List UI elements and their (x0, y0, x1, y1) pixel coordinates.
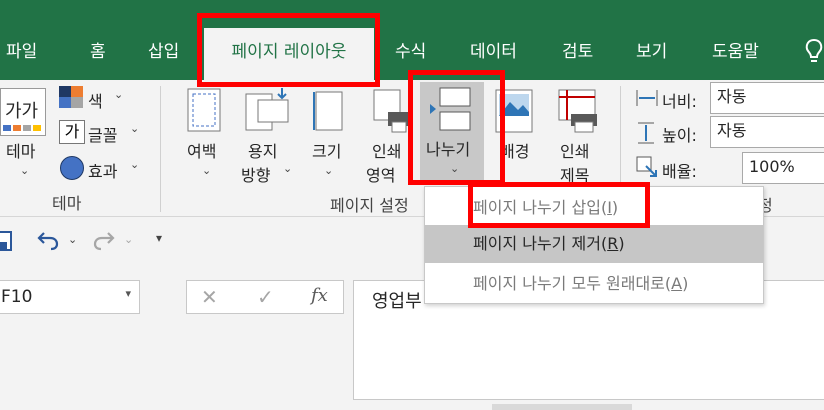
breaks-button[interactable]: 나누기 ⌄ (420, 82, 484, 180)
orientation-label-2[interactable]: 방향 (241, 162, 270, 186)
effects-label[interactable]: 효과 (88, 158, 117, 182)
scale-label: 배율: (662, 162, 697, 181)
theme-preview-text: 가가 (5, 101, 39, 122)
name-box-value: F10 (1, 287, 33, 307)
formula-content: 영업부 (372, 291, 422, 312)
tab-formulas[interactable]: 수식 (395, 41, 426, 63)
scale-spinner[interactable]: 100% (742, 152, 824, 184)
width-label: 너비: (662, 92, 697, 111)
background-icon[interactable] (494, 88, 534, 134)
tab-file[interactable]: 파일 (6, 41, 37, 63)
orientation-label-1[interactable]: 용지 (248, 138, 277, 162)
page-setup-group-label: 페이지 설정 (330, 196, 409, 215)
effects-icon[interactable] (60, 156, 84, 180)
cancel-icon[interactable]: ✕ (201, 285, 218, 309)
menu-item-reset-all-page-breaks[interactable]: 페이지 나누기 모두 원래대로(A) (425, 265, 763, 303)
tab-data[interactable]: 데이터 (470, 41, 517, 63)
chevron-down-icon: ⌄ (130, 122, 140, 135)
formula-buttons: ✕ ✓ fx (186, 280, 344, 314)
scrollbar[interactable] (492, 404, 632, 410)
chevron-down-icon: ⌄ (283, 162, 293, 175)
print-area-label-1[interactable]: 인쇄 (372, 138, 401, 162)
customize-qat-icon[interactable]: ▾ (156, 231, 162, 245)
chevron-down-icon: ⌄ (20, 164, 30, 177)
enter-icon[interactable]: ✓ (257, 285, 274, 309)
tab-view[interactable]: 보기 (636, 41, 667, 63)
tab-page-layout[interactable]: 페이지 레이아웃 (204, 28, 374, 80)
menu-item-label: 페이지 나누기 삽입 (473, 198, 601, 217)
height-label: 높이: (662, 126, 697, 145)
size-label[interactable]: 크기 (312, 138, 341, 162)
lightbulb-icon[interactable] (804, 38, 824, 66)
save-icon[interactable] (0, 231, 12, 251)
chevron-down-icon[interactable]: ⌄ (124, 233, 133, 246)
chevron-down-icon: ⌄ (130, 158, 140, 171)
fonts-icon[interactable]: 가 (59, 120, 85, 144)
chevron-down-icon: ⌄ (202, 164, 212, 177)
fonts-label[interactable]: 글꼴 (88, 122, 117, 146)
menu-item-accel: A (671, 274, 683, 293)
print-titles-label-2[interactable]: 제목 (560, 162, 589, 186)
themes-button[interactable]: 가가 (0, 88, 46, 136)
menu-item-accel: R (607, 234, 619, 253)
tab-help[interactable]: 도움말 (712, 41, 759, 63)
width-icon (636, 90, 658, 106)
margins-label[interactable]: 여백 (187, 138, 216, 162)
tab-home[interactable]: 홈 (90, 41, 106, 63)
size-icon[interactable] (312, 88, 346, 134)
print-area-icon[interactable] (372, 88, 412, 134)
undo-icon[interactable] (36, 229, 60, 251)
chevron-down-icon[interactable]: ⌄ (68, 233, 77, 246)
page-break-icon (430, 87, 471, 131)
print-titles-label-1[interactable]: 인쇄 (560, 138, 589, 162)
tab-review[interactable]: 검토 (562, 41, 593, 63)
menu-item-label: 페이지 나누기 모두 원래대로 (473, 274, 665, 293)
chevron-down-icon: ⌄ (324, 164, 334, 177)
redo-icon[interactable] (92, 229, 116, 251)
themes-group-label: 테마 (52, 194, 82, 213)
menu-item-accel: I (607, 198, 612, 217)
background-label[interactable]: 배경 (500, 138, 529, 162)
scale-icon (636, 156, 657, 177)
menu-item-label: 페이지 나누기 제거 (473, 234, 601, 253)
breaks-dropdown-menu: 페이지 나누기 삽입(I) 페이지 나누기 제거(R) 페이지 나누기 모두 원… (424, 186, 764, 304)
ribbon-tab-bar: 파일 홈 삽입 페이지 레이아웃 수식 데이터 검토 보기 도움말 (0, 0, 824, 80)
print-area-label-2[interactable]: 영역 (366, 162, 395, 186)
chevron-down-icon: ⌄ (114, 88, 124, 101)
tab-insert[interactable]: 삽입 (148, 41, 179, 63)
margins-icon[interactable] (187, 88, 223, 134)
menu-item-insert-page-break[interactable]: 페이지 나누기 삽입(I) (425, 189, 763, 227)
menu-item-remove-page-break[interactable]: 페이지 나누기 제거(R) (425, 225, 763, 263)
themes-label: 테마 (6, 142, 36, 161)
width-select[interactable]: 자동 (710, 82, 824, 114)
insert-function-icon[interactable]: fx (311, 285, 328, 306)
chevron-down-icon: ⌄ (450, 162, 460, 175)
name-box[interactable]: F10 ▾ (0, 280, 140, 314)
height-select[interactable]: 자동 (710, 116, 824, 148)
breaks-label: 나누기 (426, 140, 471, 159)
height-icon (638, 122, 654, 144)
colors-label[interactable]: 색 (88, 88, 103, 112)
colors-icon[interactable] (59, 86, 83, 108)
orientation-icon[interactable] (244, 86, 292, 134)
print-titles-icon[interactable] (557, 88, 601, 134)
chevron-down-icon[interactable]: ▾ (125, 287, 131, 300)
